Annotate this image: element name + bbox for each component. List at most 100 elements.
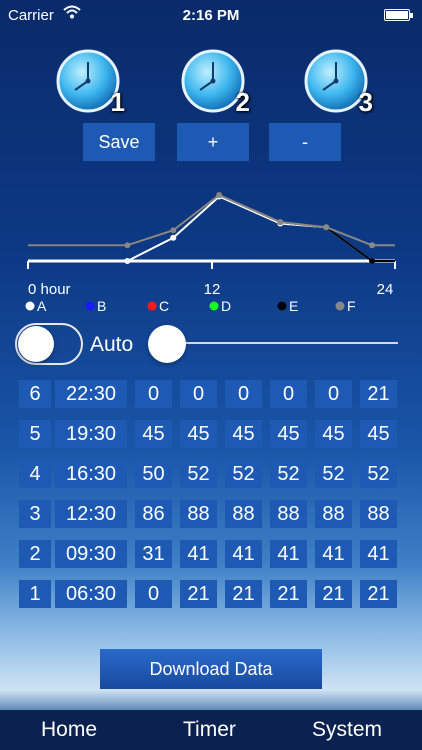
brightness-slider[interactable] [150, 342, 398, 344]
row-value[interactable]: 21 [225, 580, 262, 608]
table-row: 2 09:30 31 41 41 41 41 41 [19, 540, 397, 568]
data-point [170, 234, 177, 241]
row-value[interactable]: 41 [180, 540, 217, 568]
row-value[interactable]: 45 [135, 420, 172, 448]
tick-label-0: 0 hour [28, 281, 71, 298]
download-data-button[interactable]: Download Data [100, 649, 322, 689]
minus-button[interactable]: - [269, 123, 341, 161]
legend-label: A [37, 298, 47, 314]
row-value[interactable]: 41 [360, 540, 397, 568]
legend-label: E [289, 298, 298, 314]
row-index[interactable]: 6 [19, 380, 51, 408]
legend-dot [335, 301, 345, 311]
row-index[interactable]: 4 [19, 460, 51, 488]
schedule-table: 6 22:30 0 0 0 0 0 21 5 19:30 45 45 45 45 45 45 4 16:30 50 5… [19, 380, 397, 620]
data-point [124, 242, 131, 249]
row-time[interactable]: 16:30 [55, 460, 127, 488]
row-value[interactable]: 41 [315, 540, 352, 568]
row-value[interactable]: 88 [225, 500, 262, 528]
table-row: 5 19:30 45 45 45 45 45 45 [19, 420, 397, 448]
timer-1-number: 1 [110, 87, 125, 117]
slider-handle[interactable] [148, 325, 186, 363]
row-time[interactable]: 19:30 [55, 420, 127, 448]
row-value[interactable]: 41 [270, 540, 307, 568]
series-line-e [28, 193, 395, 262]
legend-dot [277, 301, 287, 311]
row-value[interactable]: 45 [225, 420, 262, 448]
legend-dot [85, 301, 95, 311]
data-point [124, 258, 131, 264]
row-value[interactable]: 21 [315, 580, 352, 608]
data-point [216, 192, 223, 198]
schedule-chart: 0 hour 12 24 A B C D E F [25, 192, 396, 314]
data-point [277, 219, 284, 225]
timer-3-button[interactable]: 3 [303, 48, 373, 117]
tab-timer[interactable]: Timer [183, 718, 236, 742]
row-value[interactable]: 52 [315, 460, 352, 488]
row-value[interactable]: 0 [135, 580, 172, 608]
row-value[interactable]: 21 [360, 580, 397, 608]
row-value[interactable]: 21 [270, 580, 307, 608]
row-value[interactable]: 45 [180, 420, 217, 448]
timer-3-number: 3 [358, 87, 373, 117]
row-index[interactable]: 5 [19, 420, 51, 448]
legend-label: C [159, 298, 169, 314]
auto-toggle[interactable] [15, 323, 83, 365]
row-value[interactable]: 52 [180, 460, 217, 488]
row-value[interactable]: 21 [180, 580, 217, 608]
row-value[interactable]: 0 [180, 380, 217, 408]
row-value[interactable]: 45 [270, 420, 307, 448]
row-index[interactable]: 2 [19, 540, 51, 568]
row-value[interactable]: 88 [180, 500, 217, 528]
row-value[interactable]: 0 [315, 380, 352, 408]
tab-home[interactable]: Home [41, 718, 97, 742]
battery-icon [384, 9, 410, 21]
auto-label: Auto [90, 333, 134, 356]
row-index[interactable]: 1 [19, 580, 51, 608]
row-value[interactable]: 50 [135, 460, 172, 488]
tick-label-12: 12 [204, 281, 221, 298]
row-time[interactable]: 06:30 [55, 580, 127, 608]
row-value[interactable]: 52 [360, 460, 397, 488]
row-value[interactable]: 52 [225, 460, 262, 488]
row-time[interactable]: 09:30 [55, 540, 127, 568]
timer-2-number: 2 [235, 87, 250, 117]
row-value[interactable]: 0 [225, 380, 262, 408]
row-value[interactable]: 45 [315, 420, 352, 448]
row-value[interactable]: 88 [360, 500, 397, 528]
row-value[interactable]: 31 [135, 540, 172, 568]
row-index[interactable]: 3 [19, 500, 51, 528]
plus-button[interactable]: + [177, 123, 249, 161]
table-row: 1 06:30 0 21 21 21 21 21 [19, 580, 397, 608]
row-time[interactable]: 12:30 [55, 500, 127, 528]
tab-system[interactable]: System [312, 718, 382, 742]
table-row: 4 16:30 50 52 52 52 52 52 [19, 460, 397, 488]
data-point [170, 227, 177, 234]
row-value[interactable]: 41 [225, 540, 262, 568]
timer-1-button[interactable]: 1 [55, 48, 125, 117]
data-point [323, 224, 330, 231]
data-point [369, 242, 376, 249]
row-time[interactable]: 22:30 [55, 380, 127, 408]
row-value[interactable]: 21 [360, 380, 397, 408]
legend-label: D [221, 298, 231, 314]
save-button[interactable]: Save [83, 123, 155, 161]
timer-2-button[interactable]: 2 [180, 48, 250, 117]
status-bar: Carrier 2:16 PM [0, 0, 422, 30]
legend-dot [209, 301, 219, 311]
row-value[interactable]: 52 [270, 460, 307, 488]
auto-toggle-knob[interactable] [18, 326, 54, 362]
row-value[interactable]: 0 [270, 380, 307, 408]
tick-label-24: 24 [377, 281, 394, 298]
row-value[interactable]: 88 [270, 500, 307, 528]
status-time: 2:16 PM [182, 7, 240, 24]
legend-label: B [97, 298, 106, 314]
row-value[interactable]: 0 [135, 380, 172, 408]
data-point [369, 258, 376, 264]
row-value[interactable]: 45 [360, 420, 397, 448]
legend-dot [147, 301, 157, 311]
table-row: 3 12:30 86 88 88 88 88 88 [19, 500, 397, 528]
row-value[interactable]: 88 [315, 500, 352, 528]
row-value[interactable]: 86 [135, 500, 172, 528]
series-line-a [28, 195, 395, 262]
